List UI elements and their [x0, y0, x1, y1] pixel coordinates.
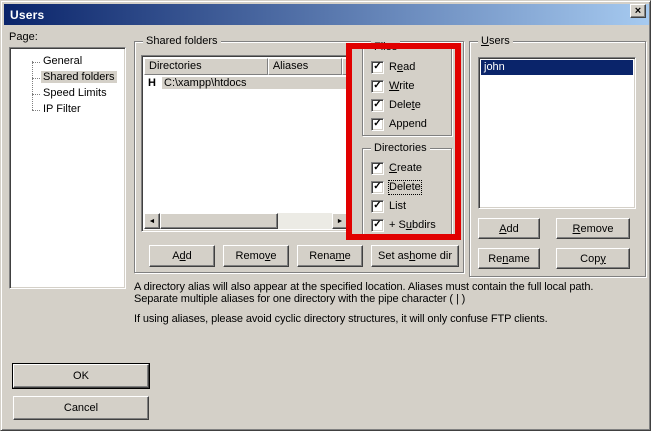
arrow-left-icon: ◄ [149, 218, 156, 225]
titlebar[interactable]: Users [4, 4, 649, 25]
label-pre: Re [488, 253, 502, 265]
shared-folders-group-title: Shared folders [143, 35, 221, 47]
tree-item-label: IP Filter [41, 103, 83, 115]
close-button[interactable]: × [630, 4, 646, 18]
label-pre: A [172, 250, 179, 262]
scroll-thumb[interactable] [160, 213, 278, 229]
folder-rename-button[interactable]: Rename [297, 245, 363, 267]
tree-item-ip-filter[interactable]: IP Filter [10, 102, 125, 118]
users-group-title: Users [478, 35, 513, 47]
label-post: dd [507, 223, 519, 235]
tree-item-shared-folders[interactable]: Shared folders [10, 70, 125, 86]
ok-button[interactable]: OK [13, 364, 149, 388]
label-pre: Remo [236, 250, 265, 262]
label-pre: Cop [580, 253, 600, 265]
shared-folders-list: Directories Aliases H C:\xampp\htdocs ◄ … [141, 55, 351, 232]
label-accel: y [600, 253, 606, 265]
user-copy-button[interactable]: Copy [556, 248, 630, 269]
scroll-left-button[interactable]: ◄ [144, 213, 160, 229]
annotation-highlight [346, 43, 461, 240]
tree-item-label-selected: Shared folders [41, 71, 117, 83]
label-post: emove [580, 223, 613, 235]
close-icon: × [635, 6, 641, 16]
user-add-button[interactable]: Add [478, 218, 540, 239]
label-post: ome dir [415, 250, 452, 262]
cyclic-note: If using aliases, please avoid cyclic di… [134, 313, 639, 325]
users-dialog: Users × Page: General Shared folders Spe… [0, 0, 651, 431]
home-marker: H [148, 77, 160, 89]
list-header: Directories Aliases [144, 58, 348, 75]
label-post: e [345, 250, 351, 262]
tree-item-label: General [41, 55, 84, 67]
arrow-right-icon: ► [337, 218, 344, 225]
label-accel: A [499, 223, 506, 235]
tree-item-speed-limits[interactable]: Speed Limits [10, 86, 125, 102]
label-post: e [270, 250, 276, 262]
label-pre: Rena [309, 250, 335, 262]
set-as-home-dir-button[interactable]: Set as home dir [371, 245, 459, 267]
column-header-aliases[interactable]: Aliases [268, 58, 342, 75]
label-post: d [186, 250, 192, 262]
users-list: john [478, 57, 636, 209]
list-item-user[interactable]: john [481, 60, 633, 75]
notes: A directory alias will also appear at th… [134, 281, 639, 325]
label-accel: m [336, 250, 345, 262]
user-rename-button[interactable]: Rename [478, 248, 540, 269]
page-tree: General Shared folders Speed Limits IP F… [9, 47, 126, 289]
users-group: Users john Add Remove Rename Copy [469, 41, 646, 277]
tree-item-general[interactable]: General [10, 54, 125, 70]
directory-path: C:\xampp\htdocs [162, 77, 348, 89]
window-title: Users [10, 8, 44, 22]
tree-item-label: Speed Limits [41, 87, 109, 99]
page-label: Page: [9, 31, 38, 43]
label-accel: R [573, 223, 581, 235]
folder-add-button[interactable]: Add [149, 245, 215, 267]
scroll-track[interactable] [278, 213, 332, 229]
folder-remove-button[interactable]: Remove [223, 245, 289, 267]
table-row[interactable]: H C:\xampp\htdocs [144, 75, 348, 91]
horizontal-scrollbar[interactable]: ◄ ► [144, 213, 348, 229]
alias-note: A directory alias will also appear at th… [134, 281, 639, 305]
cancel-button[interactable]: Cancel [13, 396, 149, 420]
label-pre: Set as [378, 250, 409, 262]
column-header-directories[interactable]: Directories [144, 58, 268, 75]
label-post: ame [508, 253, 529, 265]
user-remove-button[interactable]: Remove [556, 218, 630, 239]
